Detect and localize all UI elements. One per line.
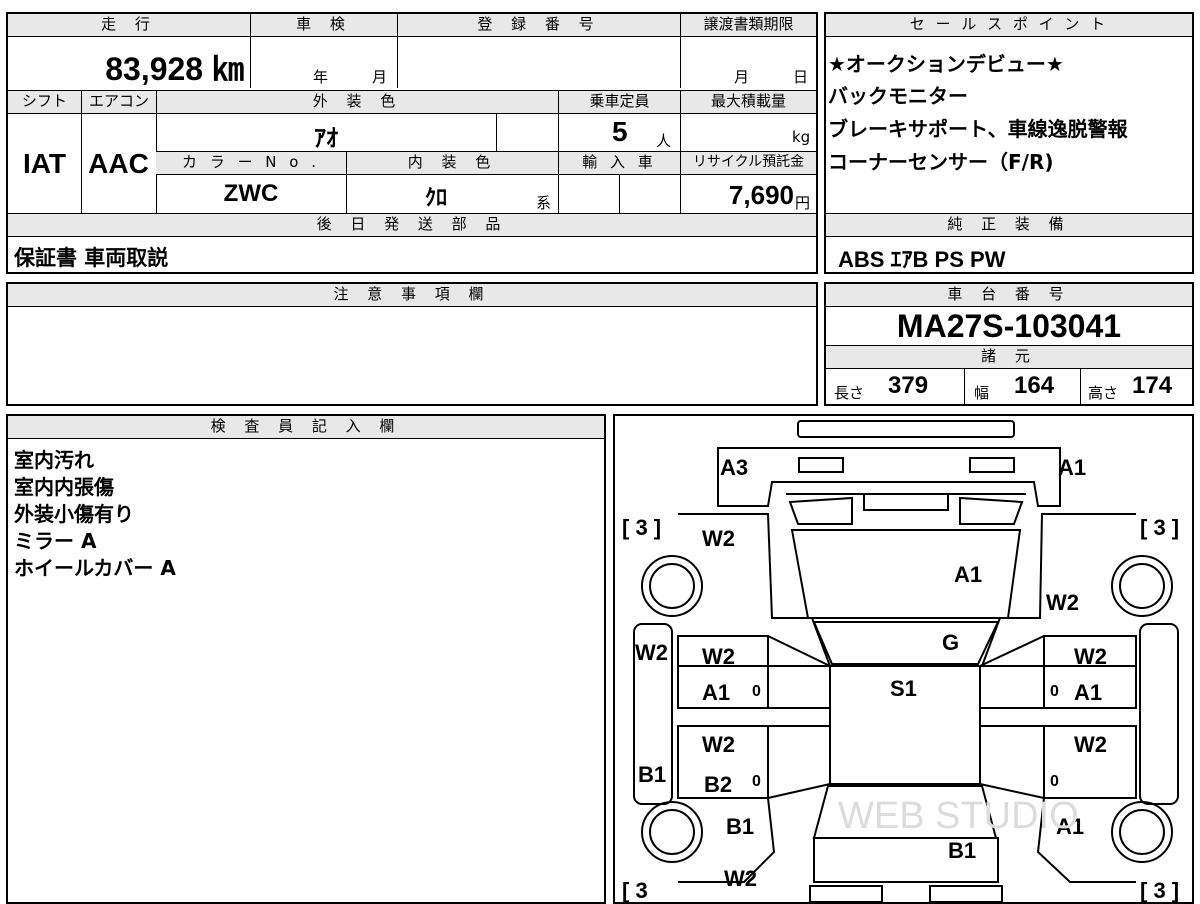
exterior-color-header: 外 装 色 [156, 91, 558, 113]
width-label: 幅 [974, 384, 990, 402]
zero-mark: 0 [752, 683, 761, 700]
height-label: 高さ [1088, 384, 1119, 402]
color-no-header: カ ラ ー N o . [156, 152, 346, 174]
recycle-fee-header: リサイクル預託金 [680, 152, 816, 174]
front-right-corner-mark: A1 [1058, 455, 1086, 480]
inspector-note: 外装小傷有り [14, 502, 134, 526]
hood-mark: A1 [954, 562, 982, 587]
left-step-mark: W2 [635, 640, 668, 665]
sales-point-item: ブレーキサポート、車線逸脱警報 [828, 117, 1128, 141]
max-load-unit: kg [792, 128, 811, 146]
inspector-box: 検 査 員 記 入 欄 室内汚れ 室内内張傷 外装小傷有り ミラー A ホイール… [6, 414, 606, 904]
registration-header: 登 録 番 号 [397, 14, 680, 36]
interior-color-value: ｸﾛ [424, 185, 447, 210]
capacity-unit: 人 [656, 132, 672, 150]
rear-left-quarter-mark: B1 [726, 814, 754, 839]
capacity-header: 乗車定員 [558, 91, 680, 113]
genuine-equipment-header: 純 正 装 備 [826, 214, 1192, 236]
tire-top-right-label: [ 3 ] [1140, 515, 1179, 540]
vehicle-info-table: 走 行 車 検 登 録 番 号 譲渡書類期限 83,928 ㎞ 年 月 月 日 … [6, 12, 818, 274]
front-right-door-bottom-mark: A1 [1074, 680, 1102, 705]
front-left-door-top-mark: W2 [702, 644, 735, 669]
tire-bottom-right-label: [ 3 ] [1140, 878, 1179, 902]
sales-points-box: セ ー ル ス ポ イ ン ト ★オークションデビュー★ バックモニター ブレー… [824, 12, 1194, 274]
tire-bottom-left-label: [ 3 [622, 878, 648, 902]
specs-header: 諸 元 [826, 346, 1192, 368]
color-no-value: ZWC [223, 180, 279, 207]
front-right-door-top-mark: W2 [1074, 644, 1107, 669]
interior-color-suffix: 系 [536, 194, 552, 212]
inspector-header: 検 査 員 記 入 欄 [8, 416, 604, 438]
zero-mark: 0 [752, 773, 761, 790]
left-fender-mark: W2 [702, 526, 735, 551]
width-value: 164 [1014, 372, 1055, 399]
aircon-value: AAC [88, 148, 149, 179]
sales-point-item: ★オークションデビュー★ [828, 52, 1064, 76]
aircon-header: エアコン [81, 91, 156, 113]
transfer-deadline-header: 譲渡書類期限 [680, 14, 816, 36]
inspection-year: 年 [313, 68, 329, 86]
chassis-header: 車 台 番 号 [826, 284, 1192, 306]
inspection-month: 月 [372, 68, 388, 86]
capacity-value: 5 [612, 116, 628, 147]
sales-point-item: バックモニター [828, 84, 968, 108]
watermark: WEB STUDIO [838, 795, 1079, 837]
front-left-corner-mark: A3 [720, 455, 748, 480]
length-value: 379 [888, 372, 929, 399]
shift-value: IAT [22, 148, 67, 179]
later-parts-header: 後 日 発 送 部 品 [8, 214, 816, 236]
left-rocker-mark: B1 [638, 762, 666, 787]
height-value: 174 [1132, 372, 1173, 399]
rear-hatch-mark: B1 [948, 838, 976, 863]
inspector-note: 室内汚れ [14, 448, 94, 472]
damage-diagram: [ 3 ] [ 3 ] [ 3 [ 3 ] A3 A1 W2 A1 W2 G W… [613, 414, 1194, 904]
rear-left-door-bottom-mark: B2 [704, 772, 732, 797]
mileage-header: 走 行 [8, 14, 250, 36]
inspector-note: ホイールカバー A [14, 556, 176, 580]
later-parts-value: 保証書 車両取説 [14, 246, 169, 270]
recycle-fee-value: 7,690 [728, 180, 794, 210]
sales-points-header: セ ー ル ス ポ イ ン ト [826, 14, 1192, 36]
chassis-box: 車 台 番 号 MA27S-103041 諸 元 長さ 379 幅 164 高さ… [824, 282, 1194, 406]
sales-point-item: コーナーセンサー（F/R) [828, 150, 1054, 174]
deadline-month: 月 [734, 68, 750, 86]
rear-left-door-top-mark: W2 [702, 732, 735, 757]
zero-mark: 0 [1050, 683, 1059, 700]
right-fender-mark: W2 [1046, 590, 1079, 615]
front-left-door-bottom-mark: A1 [702, 680, 730, 705]
rear-left-lower-mark: W2 [724, 866, 757, 891]
tire-top-left-label: [ 3 ] [622, 515, 661, 540]
inspector-note: 室内内張傷 [14, 475, 114, 499]
roof-mark: S1 [890, 676, 917, 701]
shift-header: シフト [8, 91, 81, 113]
notes-box: 注 意 事 項 欄 [6, 282, 818, 406]
mileage-value: 83,928 ㎞ [105, 51, 244, 87]
zero-mark: 0 [1050, 773, 1059, 790]
deadline-day: 日 [793, 68, 809, 86]
rear-right-door-top-mark: W2 [1074, 732, 1107, 757]
interior-color-header: 内 装 色 [346, 152, 558, 174]
exterior-color-value: ｱｵ [314, 125, 338, 152]
inspector-note: ミラー A [14, 529, 97, 553]
max-load-header: 最大積載量 [680, 91, 816, 113]
recycle-fee-unit: 円 [795, 194, 811, 212]
length-label: 長さ [834, 384, 865, 402]
genuine-equipment-value: ABS ｴｱB PS PW [838, 247, 1006, 272]
windshield-mark: G [942, 630, 959, 655]
notes-header: 注 意 事 項 欄 [8, 284, 816, 306]
import-header: 輸 入 車 [558, 152, 680, 174]
inspection-header: 車 検 [250, 14, 397, 36]
chassis-value: MA27S-103041 [896, 308, 1122, 344]
